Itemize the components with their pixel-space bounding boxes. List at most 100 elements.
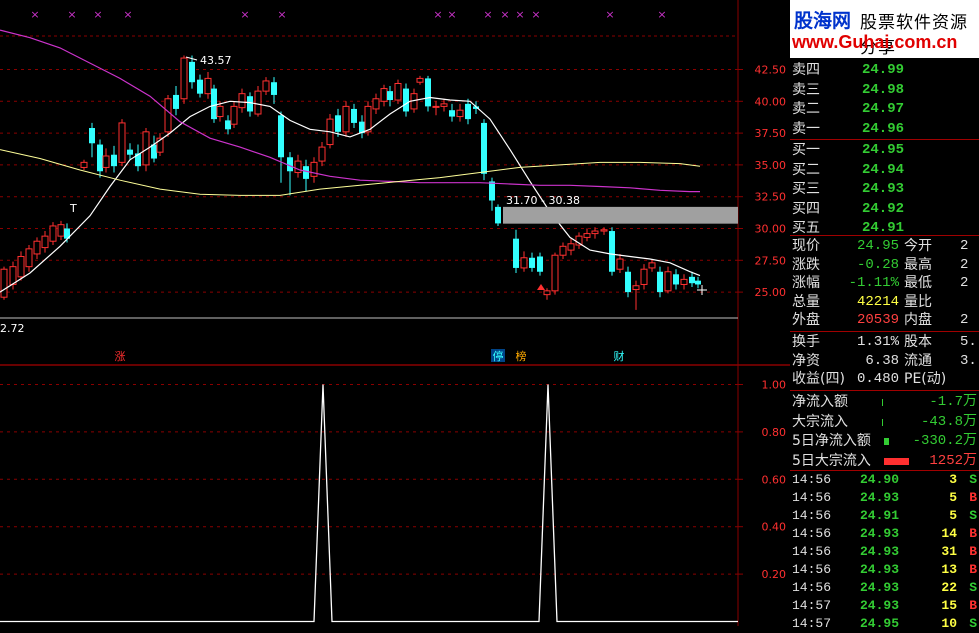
buy-level-price: 24.94 (862, 161, 905, 178)
buy-level-row[interactable]: 买一 24.95 (790, 141, 979, 160)
event-marker: × (93, 8, 102, 21)
stat-value-2: 2 (960, 275, 969, 292)
candle-body-down (529, 257, 535, 268)
sell-level-price: 24.98 (862, 81, 905, 98)
sell-level-price: 24.97 (862, 101, 905, 117)
candle-body-up (380, 88, 388, 102)
candle-body-down (625, 271, 631, 293)
tick-price: 24.93 (860, 562, 900, 577)
candle-body-down (278, 115, 284, 158)
candle-body-down (481, 122, 487, 174)
stat-label-2: PE(动) (904, 371, 947, 388)
candle-body-up (342, 105, 350, 133)
kline-chart-area[interactable]: 42.50 40.00 37.50 35.00 32.50 30.00 27.50 25.00… (0, 0, 790, 626)
tick-price: 24.93 (860, 580, 900, 595)
buy-level-row[interactable]: 买四 24.92 (790, 200, 979, 219)
buy-level-price: 24.95 (862, 142, 905, 158)
candle-body-up (318, 146, 326, 162)
tick-volume: 10 (941, 616, 957, 631)
flow-bar (882, 399, 883, 406)
tick-direction: B (969, 490, 977, 505)
price-axis-label: 25.00 (755, 286, 787, 299)
candle-body-down (425, 78, 431, 107)
candle-body-up (680, 278, 688, 285)
tick-row[interactable]: 14:57 24.95 10 S (790, 615, 979, 633)
tick-row[interactable]: 14:56 24.91 5 S (790, 507, 979, 525)
stat-label: 总量 (792, 293, 820, 310)
event-marker: × (123, 8, 132, 21)
tick-row[interactable]: 14:57 24.93 15 B (790, 597, 979, 615)
logo-brand: 股海网 (794, 10, 852, 32)
candle-body-down (197, 79, 203, 94)
flow-bar (882, 418, 883, 426)
candle-body-down (97, 144, 103, 172)
candle-body-up (57, 224, 65, 237)
stat-value: 42214 (856, 293, 899, 310)
price-axis-label: 37.50 (755, 127, 787, 140)
tick-volume: 5 (949, 490, 957, 505)
candle-body-up (640, 268, 648, 285)
tick-row[interactable]: 14:56 24.93 31 B (790, 543, 979, 561)
tick-row[interactable]: 14:56 24.93 13 B (790, 561, 979, 579)
tick-time: 14:56 (792, 526, 832, 541)
sell-level-price: 24.96 (862, 120, 905, 137)
event-label: 榜 (516, 349, 527, 363)
candle-body-up (33, 240, 41, 255)
price-range-label: 31.70 - 30.38 (506, 194, 580, 207)
event-marker: × (515, 8, 524, 21)
candle-body-up (254, 90, 262, 115)
buy-level-row[interactable]: 买三 24.93 (790, 180, 979, 199)
tick-price: 24.93 (860, 526, 900, 541)
candle-body-up (164, 98, 172, 133)
candle-body-down (335, 115, 341, 132)
tick-time: 14:56 (792, 562, 832, 577)
candle-body-down (127, 149, 133, 155)
flow-divider (790, 390, 979, 391)
event-marker: × (67, 8, 76, 21)
sell-level-row[interactable]: 卖一 24.96 (790, 120, 979, 139)
stat-label: 换手 (792, 334, 820, 350)
stat-label: 收益(四) (792, 371, 845, 388)
tick-row[interactable]: 14:56 24.93 14 B (790, 525, 979, 543)
candles-group (0, 55, 701, 310)
tick-time: 14:56 (792, 508, 832, 523)
candle-body-up (559, 245, 567, 256)
tick-row[interactable]: 14:56 24.90 3 S (790, 471, 979, 489)
stat-label-2: 股本 (904, 334, 932, 350)
event-marker: × (531, 8, 540, 21)
kline-chart[interactable]: 42.50 40.00 37.50 35.00 32.50 30.00 27.50 25.00… (0, 0, 790, 626)
tick-row[interactable]: 14:56 24.93 22 S (790, 579, 979, 597)
candle-body-down (351, 108, 357, 123)
sell-level-row[interactable]: 卖三 24.98 (790, 81, 979, 100)
sell-level-row[interactable]: 卖二 24.97 (790, 100, 979, 119)
flow-bar (884, 438, 889, 445)
candle-body-down (387, 91, 393, 101)
candle-body-down (303, 166, 309, 179)
buy-level-label: 买三 (792, 181, 820, 197)
high-price-label: 43.57 (200, 54, 232, 67)
stat-value-2: 3. (960, 352, 977, 369)
event-marker: × (447, 8, 456, 21)
buy-level-price: 24.92 (862, 200, 905, 217)
sell-level-label: 卖三 (792, 81, 820, 98)
candle-body-down (689, 276, 695, 284)
flow-value: -1.7万 (929, 394, 977, 410)
sell-level-row[interactable]: 卖四 24.99 (790, 61, 979, 80)
buy-level-label: 买一 (792, 142, 820, 158)
stat-value: 1.31% (856, 334, 899, 350)
price-axis-label: 42.50 (755, 64, 787, 77)
candle-body-down (403, 88, 409, 112)
stat-value: 6.38 (865, 352, 899, 369)
sell-level-label: 卖一 (792, 120, 820, 137)
ma-short-line (0, 96, 701, 293)
tick-row[interactable]: 14:56 24.93 5 B (790, 489, 979, 507)
buy-level-row[interactable]: 买二 24.94 (790, 161, 979, 180)
tick-direction: B (969, 598, 977, 613)
event-marker: × (277, 8, 286, 21)
price-axis-label: 30.00 (755, 223, 787, 236)
candle-body-up (25, 248, 33, 268)
tick-price: 24.91 (860, 508, 900, 523)
tick-volume: 15 (941, 598, 957, 613)
stat-value-2: 2 (960, 312, 969, 329)
stat-label: 涨幅 (792, 275, 820, 292)
